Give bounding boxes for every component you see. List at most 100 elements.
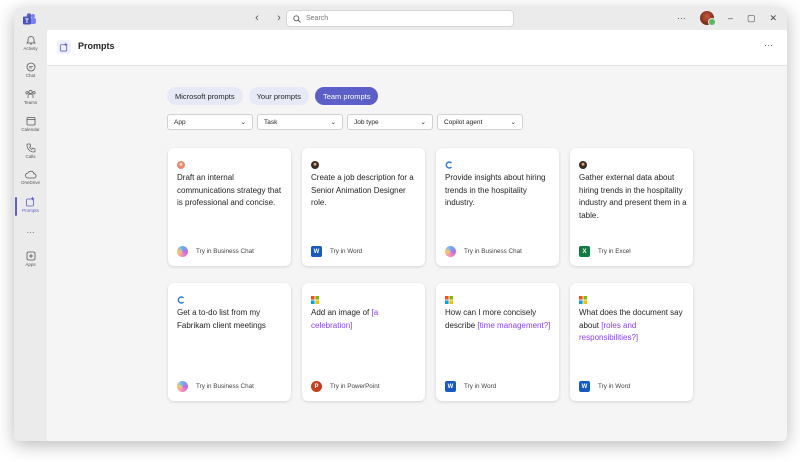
prompt-card[interactable]: What does the document say about [roles … — [570, 283, 693, 401]
rail-item-more[interactable]: ··· — [14, 228, 47, 237]
prompt-card[interactable]: Draft an internal communications strateg… — [168, 148, 291, 266]
maximize-icon[interactable]: ▢ — [747, 13, 756, 24]
chevron-down-icon: ⌄ — [330, 119, 336, 126]
minimize-icon[interactable]: – — [728, 13, 733, 23]
filter-label: Task — [264, 118, 278, 126]
try-in-app-link[interactable]: Try in Business Chat — [445, 246, 522, 257]
more-options-icon[interactable]: ··· — [677, 13, 686, 23]
rail-item-calendar[interactable]: Calendar — [14, 116, 47, 132]
filter-job-type-dropdown[interactable]: Job type ⌄ — [347, 114, 433, 130]
try-in-app-link[interactable]: Try in Business Chat — [177, 381, 254, 392]
try-in-label: Try in Business Chat — [464, 248, 522, 255]
filter-label: Copilot agent — [444, 118, 483, 126]
word-icon: W — [445, 381, 456, 392]
header-more-icon[interactable]: ··· — [764, 40, 773, 50]
try-in-app-link[interactable]: W Try in Word — [445, 381, 496, 392]
rail-label: Teams — [23, 100, 38, 105]
filter-label: Job type — [354, 118, 379, 126]
prompt-card[interactable]: Add an image of [a celebration] P Try in P… — [302, 283, 425, 401]
filter-copilot-agent-dropdown[interactable]: Copilot agent ⌄ — [437, 114, 523, 130]
person-avatar-dark — [579, 156, 587, 169]
prompt-card[interactable]: Get a to-do list from my Fabrikam client… — [168, 283, 291, 401]
rail-item-teams[interactable]: Teams — [14, 89, 47, 105]
try-in-app-link[interactable]: X Try in Excel — [579, 246, 631, 257]
try-in-app-link[interactable]: W Try in Word — [311, 246, 362, 257]
page-header: Prompts ··· — [47, 30, 787, 66]
rail-item-onedrive[interactable]: OneDrive — [14, 170, 47, 185]
try-in-label: Try in Business Chat — [196, 248, 254, 255]
microsoft-logo-icon — [311, 291, 319, 304]
filter-app-dropdown[interactable]: App ⌄ — [167, 114, 253, 130]
prompt-text-part: Draft an internal communications strateg… — [177, 173, 282, 207]
prompt-text: Get a to-do list from my Fabrikam client… — [177, 307, 285, 332]
prompts-icon — [26, 196, 35, 207]
prompt-text: What does the document say about [roles … — [579, 307, 687, 345]
search-icon — [293, 14, 301, 23]
copilot-c-icon — [177, 291, 185, 304]
apps-icon — [26, 251, 35, 261]
window-controls: ··· – ▢ ✕ — [677, 11, 777, 26]
back-arrow-icon[interactable]: ‹ — [251, 12, 263, 24]
excel-icon: X — [579, 246, 590, 257]
prompt-text: Add an image of [a celebration] — [311, 307, 419, 332]
search-box[interactable]: Search — [286, 10, 514, 27]
word-icon: W — [579, 381, 590, 392]
main-content: Prompts ··· Microsoft prompts Your promp… — [47, 30, 787, 441]
cloud-icon — [24, 170, 36, 179]
rail-label: Prompts — [22, 208, 39, 213]
rail-item-prompts[interactable]: Prompts — [14, 196, 47, 216]
teams-window: T ‹ › Search ··· – ▢ ✕ Activity Chat Tea… — [14, 8, 787, 441]
copilot-icon — [445, 246, 456, 257]
rail-label: OneDrive — [20, 180, 40, 185]
prompt-card[interactable]: Provide insights about hiring trends in … — [436, 148, 559, 266]
filter-label: App — [174, 118, 186, 126]
title-bar: T ‹ › Search ··· – ▢ ✕ — [14, 8, 787, 30]
prompt-tabs: Microsoft prompts Your prompts Team prom… — [167, 87, 379, 105]
user-avatar[interactable] — [699, 11, 716, 26]
teams-icon — [25, 90, 36, 98]
prompt-text-part: Add an image of — [311, 308, 372, 317]
rail-label: Chat — [25, 73, 36, 78]
try-in-app-link[interactable]: W Try in Word — [579, 381, 630, 392]
prompt-text: Provide insights about hiring trends in … — [445, 172, 553, 210]
rail-item-apps[interactable]: Apps — [14, 251, 47, 267]
word-icon: W — [311, 246, 322, 257]
powerpoint-icon: P — [311, 381, 322, 392]
prompt-text-part: Get a to-do list from my Fabrikam client… — [177, 308, 266, 330]
rail-item-activity[interactable]: Activity — [14, 35, 47, 51]
try-in-label: Try in PowerPoint — [330, 383, 380, 390]
try-in-label: Try in Word — [330, 248, 363, 255]
filter-bar: App ⌄ Task ⌄ Job type ⌄ Copilot agent ⌄ — [167, 114, 523, 130]
tab-your-prompts[interactable]: Your prompts — [248, 87, 309, 105]
copilot-icon — [177, 381, 188, 392]
rail-label: Apps — [25, 262, 36, 267]
history-nav: ‹ › — [251, 12, 285, 24]
chevron-down-icon: ⌄ — [240, 119, 246, 126]
search-placeholder: Search — [306, 15, 329, 22]
close-icon[interactable]: ✕ — [769, 13, 777, 24]
microsoft-logo-icon — [579, 291, 587, 304]
prompt-text: How can I more concisely describe [time … — [445, 307, 553, 332]
prompt-card[interactable]: How can I more concisely describe [time … — [436, 283, 559, 401]
filter-task-dropdown[interactable]: Task ⌄ — [257, 114, 343, 130]
person-avatar-dark — [311, 156, 319, 169]
prompt-card[interactable]: Create a job description for a Senior An… — [302, 148, 425, 266]
tab-team-prompts[interactable]: Team prompts — [314, 87, 379, 105]
chevron-down-icon: ⌄ — [420, 119, 426, 126]
chat-icon — [26, 62, 35, 72]
prompt-text-part: Gather external data about hiring trends… — [579, 173, 687, 220]
try-in-app-link[interactable]: P Try in PowerPoint — [311, 381, 379, 392]
rail-label: Calls — [25, 154, 36, 159]
svg-text:T: T — [25, 19, 29, 25]
forward-arrow-icon[interactable]: › — [273, 12, 285, 24]
rail-item-chat[interactable]: Chat — [14, 62, 47, 78]
try-in-label: Try in Word — [464, 383, 497, 390]
more-apps-icon: ··· — [26, 228, 35, 237]
try-in-label: Try in Word — [598, 383, 631, 390]
tab-microsoft-prompts[interactable]: Microsoft prompts — [167, 87, 243, 105]
rail-item-calls[interactable]: Calls — [14, 143, 47, 159]
try-in-app-link[interactable]: Try in Business Chat — [177, 246, 254, 257]
prompt-text: Draft an internal communications strateg… — [177, 172, 285, 210]
bell-icon — [25, 36, 36, 45]
prompt-card[interactable]: Gather external data about hiring trends… — [570, 148, 693, 266]
